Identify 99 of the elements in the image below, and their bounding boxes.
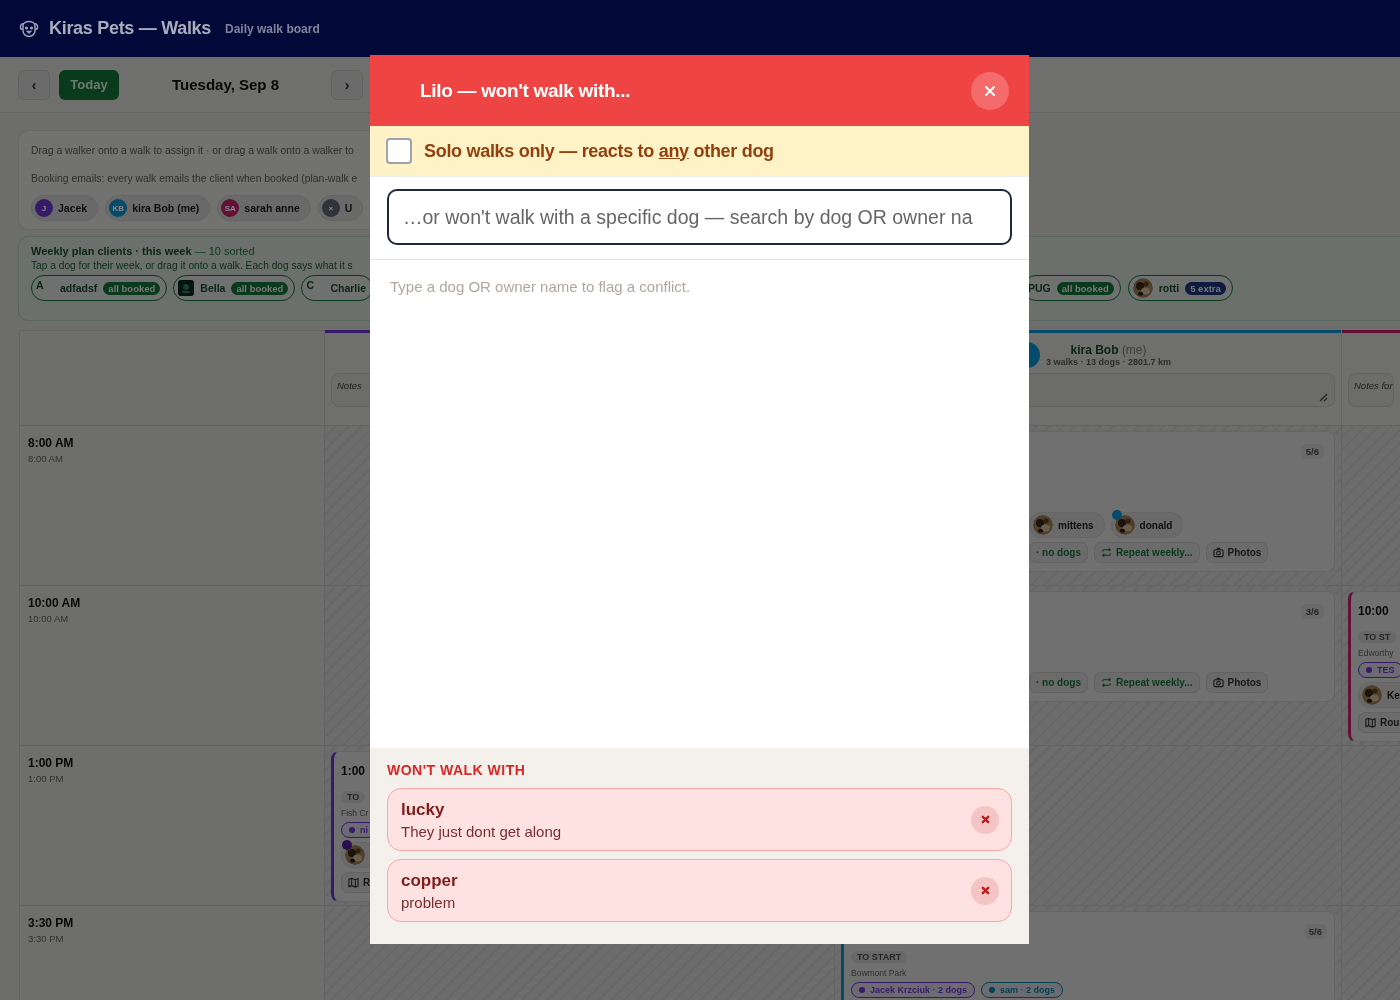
dialog-title: Lilo — won't walk with...	[420, 79, 631, 102]
action-button[interactable]: Photos	[1205, 672, 1269, 693]
panel-hint: Tap a dog for their week, or drag it onto a walk. Each dog says what it s	[31, 260, 354, 271]
checkbox-label[interactable]: Solo walks only — reacts to any other dog	[424, 140, 774, 162]
dog-chip[interactable]: rotti 5 extra	[1127, 275, 1233, 301]
dog-chip[interactable]: A adfadsf all booked	[31, 275, 168, 301]
walker-chip[interactable]: KB kira Bob (me)	[105, 195, 211, 221]
status-badge: all booked	[103, 281, 161, 295]
action-button[interactable]: Rou	[1358, 712, 1400, 733]
slot-time: 1:00 PM	[28, 756, 75, 770]
conflict-note: problem	[401, 893, 457, 911]
camera-icon	[1212, 677, 1224, 688]
slot-time: 10:00 AM	[28, 596, 82, 610]
today-button[interactable]: Today	[59, 69, 119, 100]
capacity-count: 5/6	[1300, 443, 1324, 459]
previous-day-button[interactable]: ‹	[18, 69, 50, 100]
app-title: Kiras Pets — Walks	[49, 18, 211, 39]
dog-initial: A	[36, 279, 45, 291]
section-title: WON'T WALK WITH	[387, 762, 527, 778]
remove-button[interactable]	[971, 876, 999, 905]
status-badge: 5 extra	[1185, 281, 1226, 295]
walker-avatar: KB	[109, 199, 128, 217]
status-badge: all booked	[231, 281, 289, 295]
close-button[interactable]	[971, 71, 1009, 110]
walker-tag[interactable]: sam · 2 dogs	[981, 982, 1064, 998]
map-icon	[1365, 717, 1376, 728]
sorted-count: — 10 sorted	[194, 245, 255, 257]
dog-chip[interactable]: Ke	[1358, 682, 1400, 708]
walker-avatar: SA	[221, 199, 240, 217]
capacity-count: 5/6	[1303, 923, 1327, 939]
dog-name: Bella	[200, 282, 226, 294]
dog-name: lucky	[401, 799, 446, 820]
walker-chip[interactable]: × U	[317, 195, 364, 221]
walk-card[interactable]: 10:00 TO ST Edworthy TES Ke Rou	[1348, 591, 1400, 742]
walker-chip[interactable]: SA sarah anne	[217, 195, 311, 221]
walker-tag[interactable]: TES	[1358, 662, 1400, 678]
next-day-button[interactable]: ›	[331, 69, 363, 100]
action-button[interactable]: · no dogs	[1029, 542, 1088, 563]
dog-face-icon	[19, 18, 39, 39]
park-name: Bowmont Park	[851, 968, 907, 978]
status-tag: TO START	[851, 951, 908, 963]
conflict-note: They just dont get along	[401, 822, 562, 840]
remove-button[interactable]	[971, 805, 999, 834]
booking-note: Booking emails: every walk emails the client when booked (plan-walk e	[31, 172, 359, 186]
dog-chip[interactable]: donald	[1110, 512, 1184, 538]
action-button[interactable]: Repeat weekly...	[1094, 542, 1200, 563]
walker-name: Jacek	[58, 202, 88, 214]
walker-name: U	[344, 202, 353, 214]
repeat-icon	[1101, 547, 1112, 558]
panel-title: Weekly plan clients · this week	[31, 245, 192, 257]
close-icon	[980, 886, 990, 895]
dog-name: donald	[1139, 519, 1173, 531]
checkbox[interactable]	[386, 138, 412, 164]
walker-name: kira Bob (me)	[132, 202, 200, 214]
dog-name: Ke	[1387, 689, 1400, 701]
close-icon	[984, 84, 996, 97]
walker-stats: 3 walks · 13 dogs · 2801.7 km	[1046, 357, 1172, 367]
walk-time: 10:00	[1358, 604, 1389, 618]
action-button[interactable]: · no dogs	[1029, 672, 1088, 693]
park-name: Edworthy	[1358, 648, 1394, 658]
instruction-text: Drag a walker onto a walk to assign it · or drag a walk onto a walker to	[31, 144, 355, 158]
walker-avatar: ×	[321, 199, 340, 217]
walker-avatar: J	[35, 199, 53, 217]
camera-icon	[1212, 547, 1224, 558]
close-icon	[980, 815, 990, 824]
app-tile-icon	[178, 280, 195, 296]
walker-chip[interactable]: J Jacek	[31, 195, 99, 221]
slot-time: 8:00 AM	[28, 436, 75, 450]
status-tag: TO	[341, 791, 366, 803]
capacity-count: 3/6	[1300, 603, 1324, 619]
slot-subtime: 10:00 AM	[28, 613, 70, 624]
search-field[interactable]: …or won't walk with a specific dog — search by dog OR owner na	[387, 189, 1012, 245]
hint-text: Type a dog OR owner name to flag a conflict.	[390, 278, 692, 295]
dog-name: copper	[401, 870, 458, 891]
dog-name: mittens	[1058, 519, 1094, 531]
dog-chip[interactable]: mittens	[1029, 512, 1105, 538]
repeat-icon	[1101, 677, 1112, 688]
app-subtitle: Daily walk board	[225, 21, 320, 36]
action-button[interactable]: Repeat weekly...	[1094, 672, 1200, 693]
walker-name: kira Bob	[1070, 343, 1119, 357]
park-name: Fish Cr	[341, 808, 369, 818]
walker-name: sarah anne	[244, 202, 300, 214]
slot-subtime: 1:00 PM	[28, 773, 65, 784]
dog-initial: C	[306, 279, 315, 291]
status-badge: all booked	[1056, 281, 1114, 295]
resize-handle-icon	[1319, 393, 1328, 402]
notes-field[interactable]: Notes for	[1348, 373, 1394, 407]
dog-chip[interactable]: Bella all booked	[173, 275, 296, 301]
action-button[interactable]: Photos	[1205, 542, 1269, 563]
slot-time: 3:30 PM	[28, 916, 75, 930]
dog-name: PUG	[1028, 282, 1051, 294]
map-icon	[348, 877, 359, 888]
status-tag: TO ST	[1358, 631, 1397, 643]
dog-name: Charlie	[330, 282, 367, 294]
dog-name: adfadsf	[60, 282, 98, 294]
dog-name: rotti	[1158, 282, 1180, 294]
walker-tag[interactable]: Jacek Krzciuk · 2 dogs	[851, 982, 976, 998]
walk-time: 1:00	[341, 764, 366, 778]
date-label: Tuesday, Sep 8	[172, 76, 279, 93]
